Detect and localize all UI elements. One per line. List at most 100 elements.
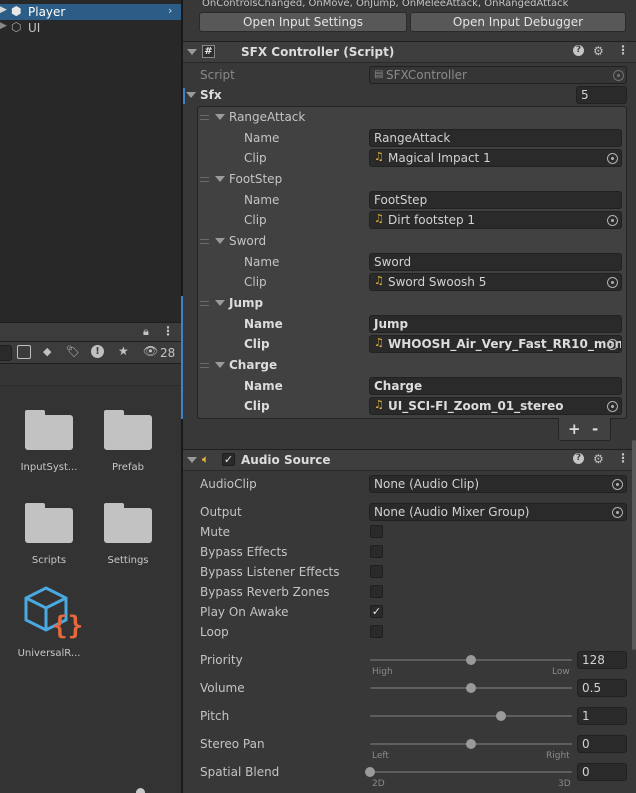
pitch-input[interactable]: 1 bbox=[577, 707, 627, 725]
add-element-button[interactable]: + bbox=[568, 422, 581, 437]
name-input[interactable]: FootStep bbox=[369, 191, 622, 209]
audio-source-header[interactable]: 🔈︎ ✓ Audio Source ? ⚙︎ ⋮ bbox=[183, 449, 636, 471]
sfx-list-label[interactable]: Sfx bbox=[200, 88, 222, 102]
loop-checkbox[interactable] bbox=[370, 625, 383, 638]
component-enabled-checkbox[interactable]: ✓ bbox=[222, 453, 235, 466]
bypass-listener-effects-checkbox[interactable] bbox=[370, 565, 383, 578]
spatial-blend-input[interactable]: 0 bbox=[577, 763, 627, 781]
name-label: Name bbox=[244, 317, 283, 331]
folder-icon[interactable] bbox=[24, 410, 74, 450]
drag-handle-icon[interactable] bbox=[200, 177, 209, 182]
spatial-blend-slider-track[interactable] bbox=[370, 771, 572, 773]
foldout-arrow-icon[interactable] bbox=[215, 114, 225, 120]
presets-icon[interactable]: ⚙︎ bbox=[593, 452, 604, 466]
audioclip-object-field[interactable]: None (Audio Clip) bbox=[369, 475, 627, 493]
hierarchy-item-label: Player bbox=[28, 5, 66, 19]
sfx-entry-title[interactable]: RangeAttack bbox=[229, 110, 305, 124]
sfx-list-size-field[interactable]: 5 bbox=[576, 86, 627, 104]
open-input-settings-button[interactable]: Open Input Settings bbox=[199, 12, 407, 32]
folder-icon[interactable] bbox=[103, 410, 153, 450]
foldout-arrow-icon[interactable] bbox=[215, 362, 225, 368]
more-options-icon[interactable]: ⋮ bbox=[617, 451, 629, 465]
name-input[interactable]: Charge bbox=[369, 377, 622, 395]
folder-icon[interactable] bbox=[103, 503, 153, 543]
drag-handle-icon[interactable] bbox=[200, 363, 209, 368]
name-input[interactable]: Jump bbox=[369, 315, 622, 333]
inspector-scrollbar[interactable] bbox=[632, 440, 636, 650]
bypass-reverb-zones-checkbox[interactable] bbox=[370, 585, 383, 598]
play-on-awake-checkbox[interactable]: ✓ bbox=[370, 605, 383, 618]
open-input-debugger-button[interactable]: Open Input Debugger bbox=[410, 12, 626, 32]
zoom-slider-knob[interactable] bbox=[136, 788, 145, 793]
object-picker-icon[interactable] bbox=[612, 479, 623, 490]
folder-icon[interactable] bbox=[24, 503, 74, 543]
drag-handle-icon[interactable] bbox=[200, 115, 209, 120]
bypass-effects-checkbox[interactable] bbox=[370, 545, 383, 558]
hierarchy-row-ui[interactable]: ▶ ⬡ UI bbox=[0, 20, 181, 36]
object-picker-icon[interactable] bbox=[607, 277, 618, 288]
asset-type-icon[interactable]: ◆ bbox=[43, 345, 51, 358]
project-grid: InputSyst... Prefab Scripts Settings {} … bbox=[0, 386, 181, 793]
eye-icon[interactable]: 👁︎ bbox=[143, 344, 158, 358]
help-icon[interactable]: ? bbox=[573, 453, 584, 464]
warning-icon[interactable]: ! bbox=[91, 345, 104, 358]
clip-label: Clip bbox=[244, 337, 270, 351]
sfx-entry-title[interactable]: FootStep bbox=[229, 172, 282, 186]
sfx-entry-title[interactable]: Jump bbox=[229, 296, 263, 310]
clip-object-field[interactable]: ♫ Magical Impact 1 bbox=[369, 149, 622, 167]
chevron-right-icon[interactable]: › bbox=[168, 4, 172, 17]
label-tag-icon[interactable]: 🏷︎ bbox=[66, 345, 80, 358]
priority-max-label: Low bbox=[552, 667, 570, 677]
priority-slider-knob[interactable] bbox=[466, 655, 476, 665]
stereo-pan-slider-knob[interactable] bbox=[466, 739, 476, 749]
script-asset-icon[interactable]: {} bbox=[22, 584, 82, 640]
output-object-field[interactable]: None (Audio Mixer Group) bbox=[369, 503, 627, 521]
output-label: Output bbox=[200, 505, 242, 519]
favorite-star-icon[interactable]: ★ bbox=[118, 344, 129, 358]
pitch-label: Pitch bbox=[200, 709, 230, 723]
search-by-type-icon[interactable] bbox=[17, 345, 31, 359]
object-picker-icon[interactable] bbox=[612, 507, 623, 518]
sfx-controller-header[interactable]: # SFX Controller (Script) ? ⚙︎ ⋮ bbox=[183, 41, 636, 63]
name-input[interactable]: RangeAttack bbox=[369, 129, 622, 147]
pitch-slider-track[interactable] bbox=[370, 715, 572, 717]
bypass-reverb-zones-label: Bypass Reverb Zones bbox=[200, 585, 330, 599]
drag-handle-icon[interactable] bbox=[200, 301, 209, 306]
sfx-entry-title[interactable]: Charge bbox=[229, 358, 277, 372]
unity-editor: ▶ ⬢ Player › ▶ ⬡ UI 🔒︎ ⋮ ◆ 🏷︎ ! ★ 👁︎ 28 bbox=[0, 0, 636, 793]
foldout-arrow-icon[interactable] bbox=[187, 457, 197, 463]
presets-icon[interactable]: ⚙︎ bbox=[593, 44, 604, 58]
clip-object-field[interactable]: ♫ WHOOSH_Air_Very_Fast_RR10_mono bbox=[369, 335, 622, 353]
lock-icon[interactable]: 🔒︎ bbox=[143, 325, 149, 339]
foldout-arrow-icon[interactable] bbox=[186, 92, 196, 98]
foldout-arrow-icon[interactable] bbox=[215, 238, 225, 244]
expand-arrow-icon[interactable]: ▶ bbox=[0, 5, 7, 15]
volume-input[interactable]: 0.5 bbox=[577, 679, 627, 697]
remove-element-button[interactable]: - bbox=[592, 422, 598, 437]
spatial-blend-slider-knob[interactable] bbox=[365, 767, 375, 777]
name-input[interactable]: Sword bbox=[369, 253, 622, 271]
more-options-icon[interactable]: ⋮ bbox=[617, 43, 629, 57]
drag-handle-icon[interactable] bbox=[200, 239, 209, 244]
object-picker-icon[interactable] bbox=[607, 339, 618, 350]
expand-arrow-icon[interactable]: ▶ bbox=[0, 21, 7, 31]
volume-slider-knob[interactable] bbox=[466, 683, 476, 693]
object-picker-icon[interactable] bbox=[607, 401, 618, 412]
more-options-icon[interactable]: ⋮ bbox=[162, 324, 174, 338]
hierarchy-row-player[interactable]: ▶ ⬢ Player › bbox=[0, 4, 181, 20]
foldout-arrow-icon[interactable] bbox=[215, 300, 225, 306]
foldout-arrow-icon[interactable] bbox=[215, 176, 225, 182]
clip-object-field[interactable]: ♫ Sword Swoosh 5 bbox=[369, 273, 622, 291]
object-picker-icon[interactable] bbox=[607, 153, 618, 164]
sfx-entry-title[interactable]: Sword bbox=[229, 234, 266, 248]
help-icon[interactable]: ? bbox=[573, 45, 584, 56]
priority-input[interactable]: 128 bbox=[577, 651, 627, 669]
script-file-icon: ▤ bbox=[374, 69, 384, 80]
foldout-arrow-icon[interactable] bbox=[187, 49, 197, 55]
stereo-pan-input[interactable]: 0 bbox=[577, 735, 627, 753]
mute-checkbox[interactable] bbox=[370, 525, 383, 538]
clip-object-field[interactable]: ♫ Dirt footstep 1 bbox=[369, 211, 622, 229]
object-picker-icon[interactable] bbox=[607, 215, 618, 226]
clip-object-field[interactable]: ♫ UI_SCI-FI_Zoom_01_stereo bbox=[369, 397, 622, 415]
search-input[interactable] bbox=[0, 345, 12, 361]
